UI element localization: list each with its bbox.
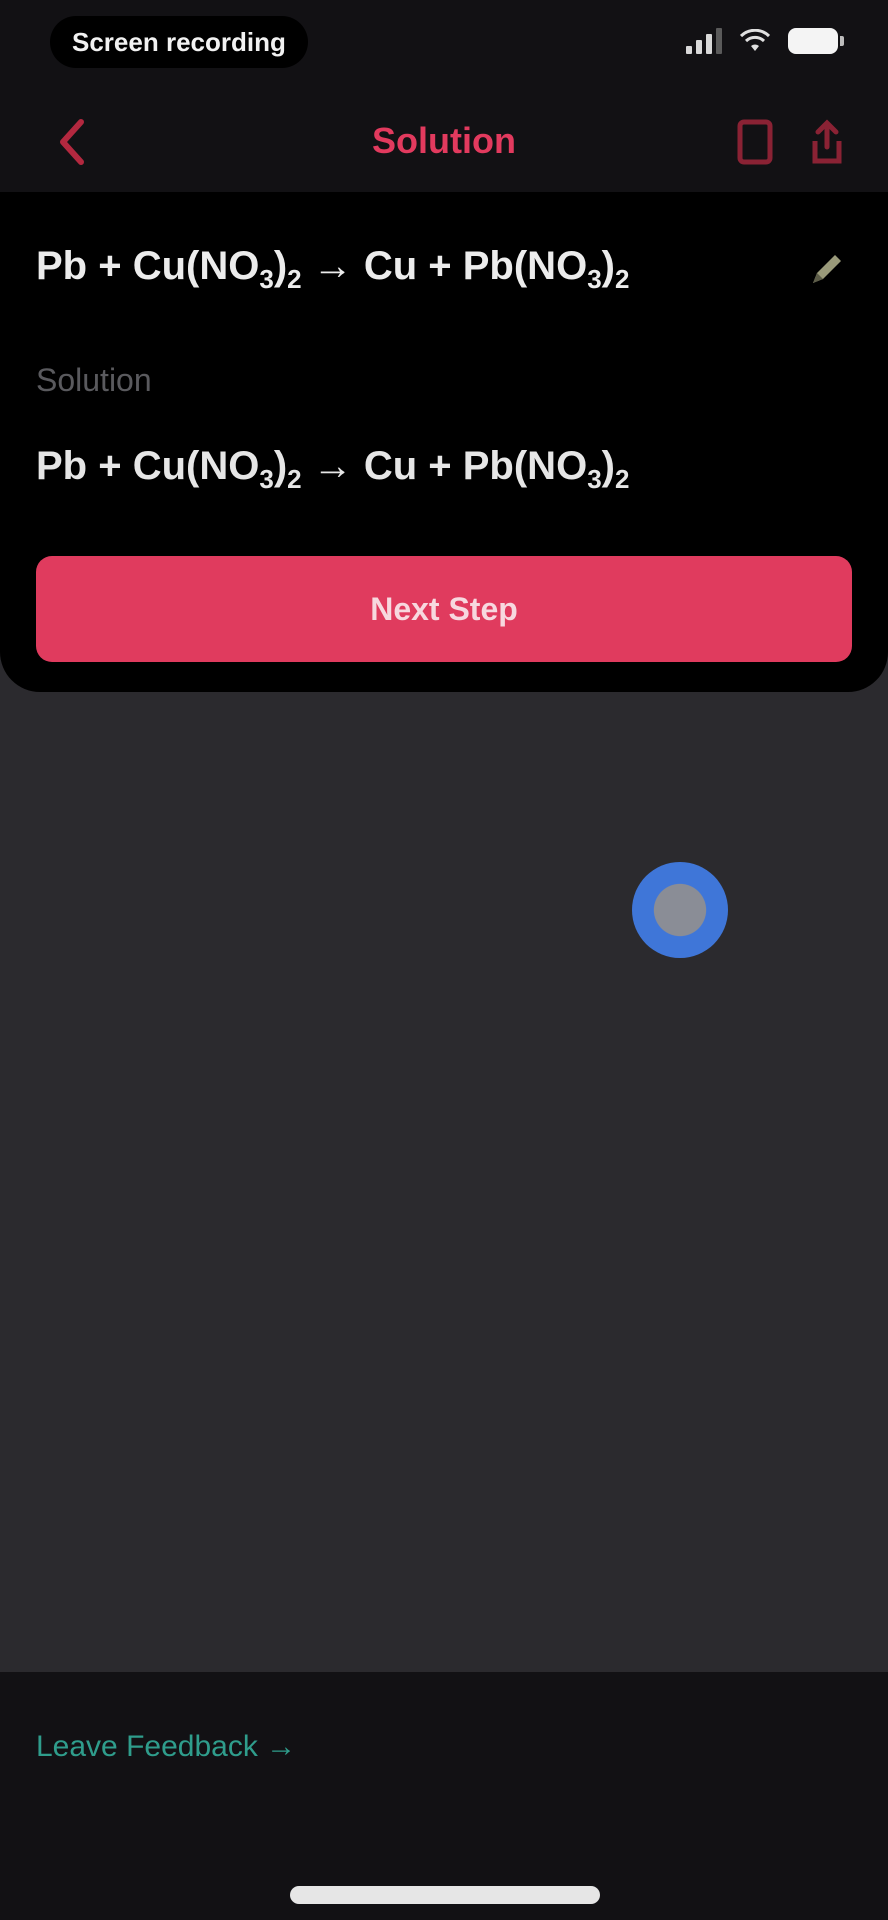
recording-text: Screen recording [72, 26, 286, 57]
bookmark-icon [737, 119, 773, 165]
solution-equation: Pb + Cu(NO3)2 → Cu + Pb(NO3)2 [36, 444, 630, 494]
next-step-button[interactable]: Next Step [36, 556, 852, 662]
leave-feedback-link[interactable]: Leave Feedback → [36, 1730, 296, 1764]
navigation-bar: Solution [0, 92, 888, 192]
bookmark-button[interactable] [732, 116, 778, 168]
edit-button[interactable] [798, 242, 854, 298]
solution-label: Solution [36, 362, 152, 398]
share-icon [812, 119, 842, 164]
status-icons [686, 28, 844, 54]
nav-actions [732, 116, 850, 168]
status-bar: Screen recording [0, 0, 888, 92]
home-indicator[interactable] [290, 1886, 600, 1904]
signal-icon [686, 28, 722, 54]
recording-indicator: Screen recording [50, 16, 308, 68]
input-equation: Pb + Cu(NO3)2 → Cu + Pb(NO3)2 [36, 244, 630, 294]
solution-card: Pb + Cu(NO3)2 → Cu + Pb(NO3)2 Solution P… [0, 192, 888, 692]
app-screen: Screen recording Solution Pb + Cu(NO3)2 … [0, 0, 888, 1920]
footer-bar: Leave Feedback → [0, 1672, 888, 1920]
pencil-icon [813, 255, 841, 283]
touch-indicator [632, 862, 728, 958]
battery-icon [788, 28, 844, 54]
share-button[interactable] [804, 116, 850, 168]
wifi-icon [740, 29, 770, 51]
